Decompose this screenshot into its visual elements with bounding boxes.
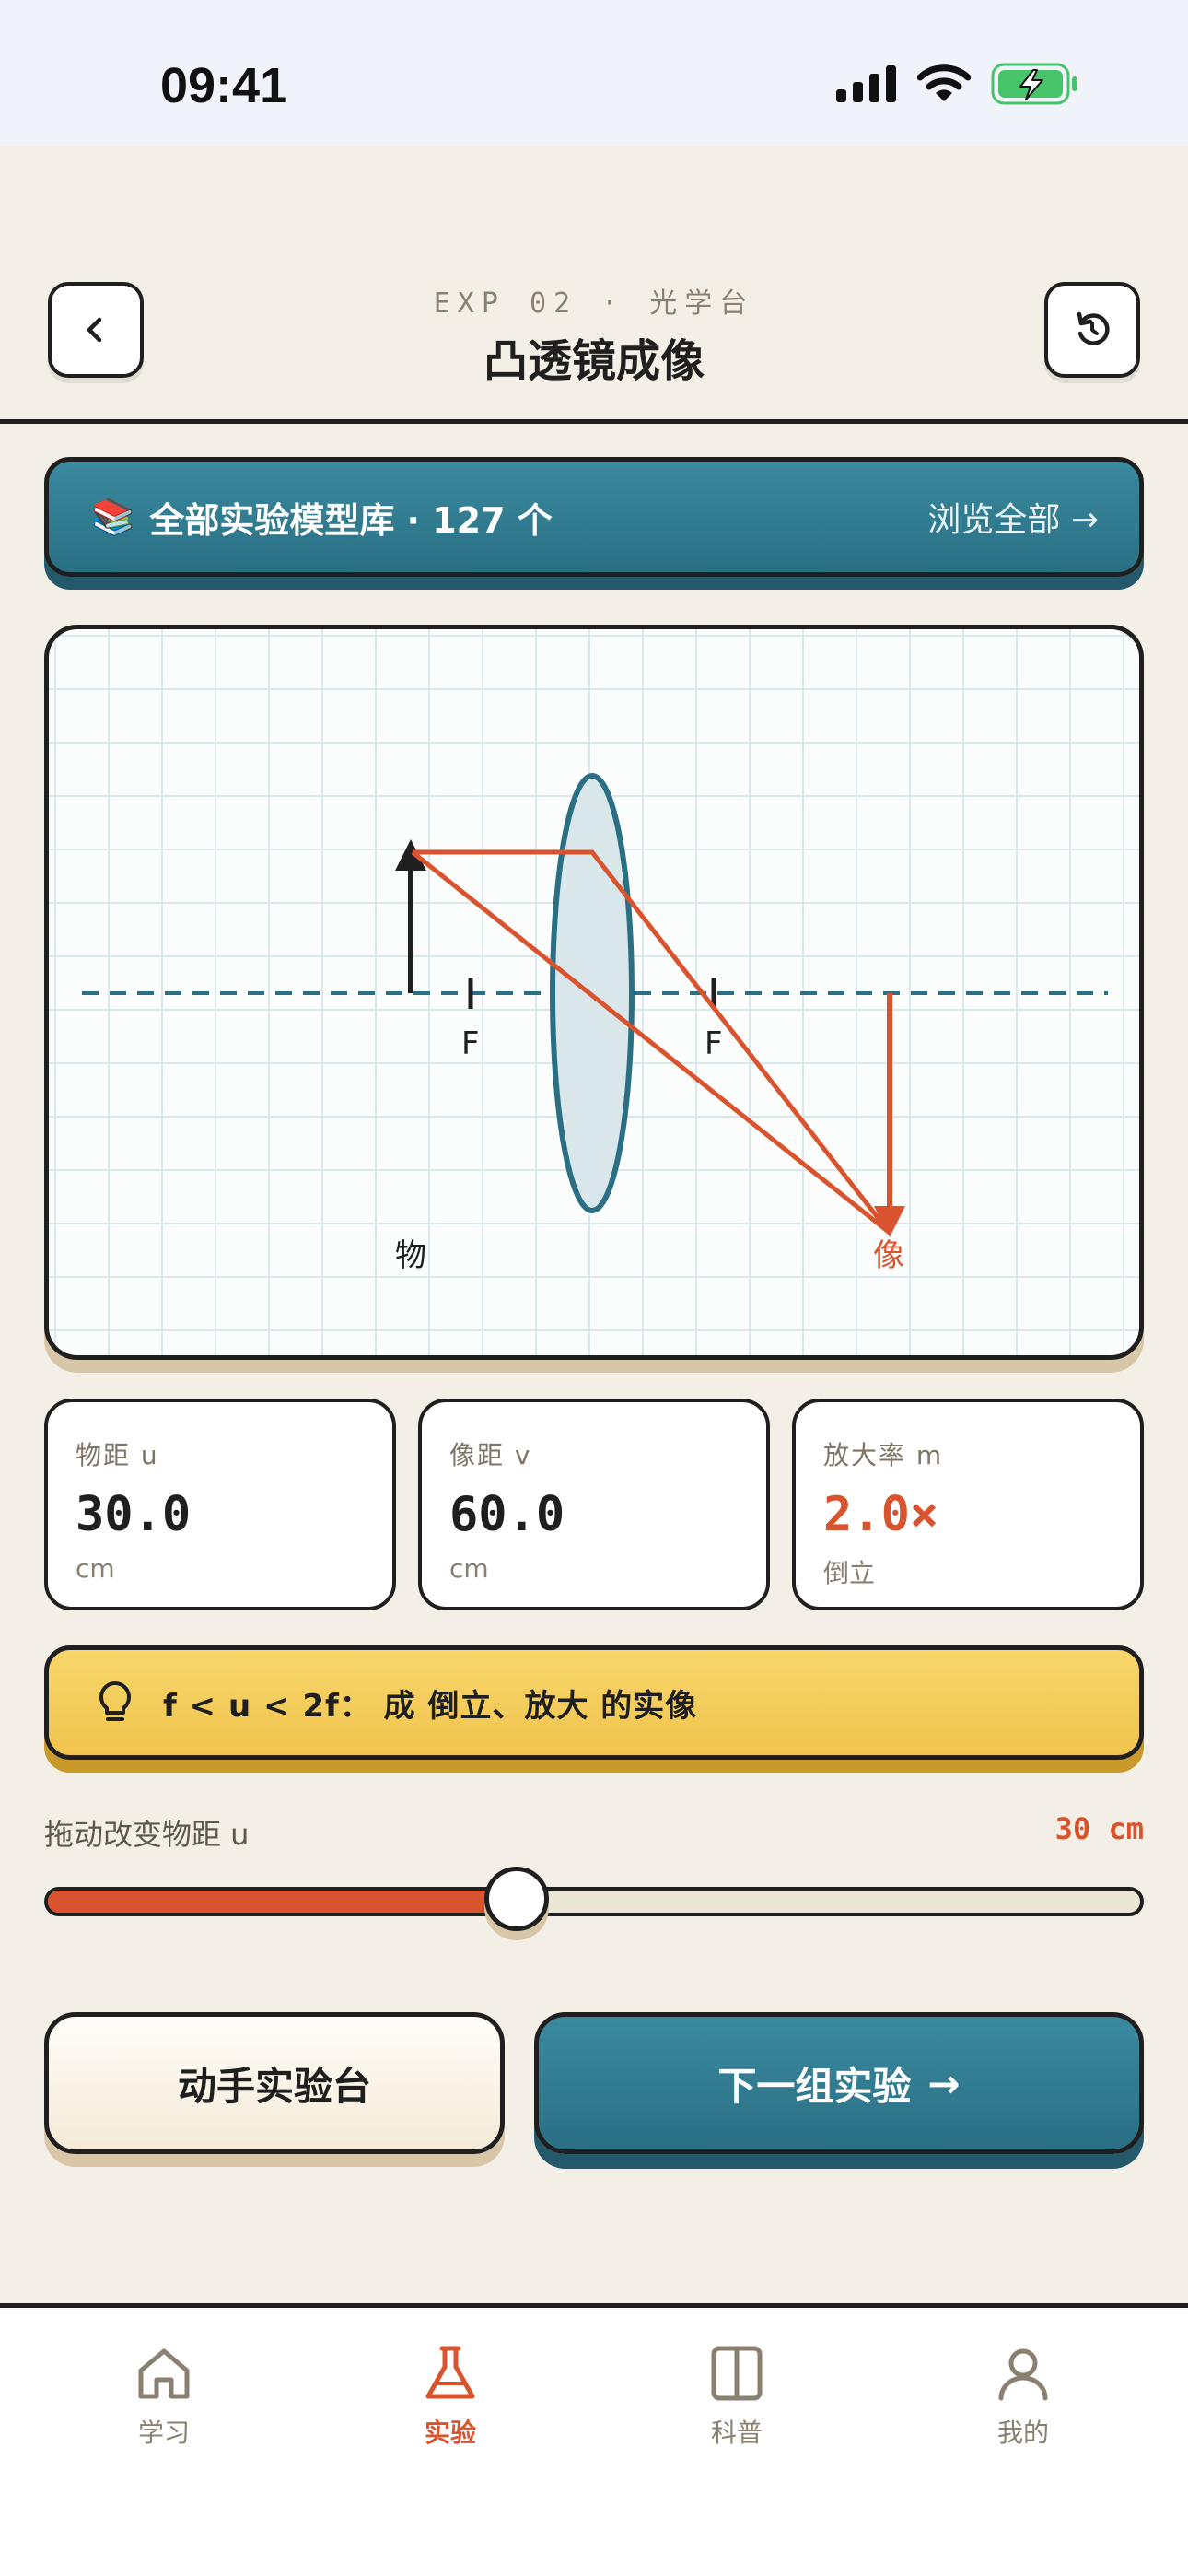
book-icon — [711, 2346, 763, 2401]
next-experiment-button[interactable]: 下一组实验 → — [534, 2012, 1144, 2154]
books-icon: 📚 — [91, 496, 135, 537]
experiment-code: EXP 02 · 光学台 — [433, 287, 755, 320]
browse-all-link[interactable]: 浏览全部 → — [927, 493, 1099, 541]
tab-label: 科普 — [710, 2418, 763, 2448]
tab-label: 学习 — [137, 2418, 190, 2448]
tab-label: 我的 — [996, 2418, 1049, 2448]
status-icons — [836, 63, 1079, 105]
metric-unit: cm — [76, 1553, 115, 1584]
metric-value: 2.0× — [823, 1487, 939, 1542]
object-label: 物 — [395, 1237, 426, 1274]
page-title: 凸透镜成像 — [483, 335, 705, 387]
flask-icon — [425, 2346, 475, 2399]
tab-learn[interactable]: 学习 — [90, 2343, 238, 2450]
header: EXP 02 · 光学台 凸透镜成像 — [0, 276, 1188, 424]
optics-diagram — [82, 773, 1108, 1237]
tab-profile[interactable]: 我的 — [949, 2343, 1097, 2450]
cellular-signal-icon — [836, 65, 896, 102]
image-distance-card: 像距 v 60.0 cm — [418, 1399, 770, 1610]
metric-value: 60.0 — [449, 1487, 565, 1542]
slider-thumb[interactable] — [484, 1867, 550, 1931]
library-title-group: 📚 全部实验模型库 · 127 个 — [91, 492, 553, 543]
user-icon — [998, 2348, 1048, 2401]
magnification-card: 放大率 m 2.0× 倒立 — [792, 1399, 1144, 1610]
result-hint-banner: f < u < 2f： 成 倒立、放大 的实像 — [44, 1645, 1144, 1760]
lightbulb-icon — [99, 1681, 131, 1721]
slider-fill — [48, 1891, 518, 1913]
hint-text: f < u < 2f： 成 倒立、放大 的实像 — [163, 1687, 698, 1725]
library-label: 全部实验模型库 · 127 个 — [149, 499, 553, 541]
metric-unit: 倒立 — [823, 1558, 876, 1588]
rotate-ccw-icon — [1077, 311, 1110, 345]
lens-simulation-canvas: F F 物 像 — [44, 625, 1144, 1360]
reset-button[interactable] — [1044, 282, 1140, 378]
tab-label: 实验 — [424, 2418, 476, 2448]
metric-value: 30.0 — [76, 1487, 192, 1542]
metric-unit: cm — [449, 1553, 489, 1584]
tab-bar: 学习 实验 科普 我的 — [0, 2303, 1188, 2576]
focal-label-right: F — [705, 1025, 723, 1062]
home-icon — [138, 2348, 190, 2399]
tab-experiment[interactable]: 实验 — [377, 2343, 524, 2450]
wifi-icon — [917, 64, 971, 101]
center-ray — [411, 850, 891, 1235]
model-library-banner[interactable]: 📚 全部实验模型库 · 127 个 浏览全部 → — [44, 457, 1144, 577]
metric-label: 像距 v — [449, 1440, 532, 1470]
metric-label: 放大率 m — [823, 1440, 944, 1470]
tab-science[interactable]: 科普 — [663, 2343, 810, 2450]
image-label: 像 — [873, 1237, 904, 1274]
battery-charging-icon — [991, 63, 1077, 105]
arrow-right-icon: → — [927, 2060, 961, 2106]
slider-value: 30 cm — [1054, 1811, 1144, 1846]
button-label: 动手实验台 — [177, 2063, 371, 2109]
hands-on-lab-button[interactable]: 动手实验台 — [44, 2012, 505, 2154]
status-time: 09:41 — [160, 58, 288, 113]
status-bar: 09:41 — [0, 0, 1188, 146]
focal-label-left: F — [461, 1025, 480, 1062]
object-arrow-head — [395, 839, 426, 871]
object-distance-slider[interactable] — [44, 1887, 1144, 1916]
object-distance-card: 物距 u 30.0 cm — [44, 1399, 396, 1610]
slider-label: 拖动改变物距 u — [44, 1817, 250, 1852]
metric-label: 物距 u — [76, 1440, 159, 1470]
button-label: 下一组实验 — [717, 2063, 912, 2109]
